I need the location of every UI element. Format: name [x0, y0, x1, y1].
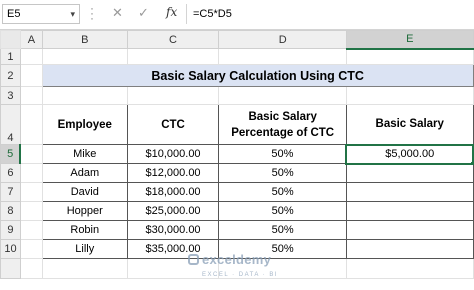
column-header-a[interactable]: A: [19, 30, 43, 49]
name-box[interactable]: E5 ▾: [2, 4, 80, 24]
watermark-name: exceldemy: [202, 252, 272, 267]
row-header-6[interactable]: 6: [0, 163, 21, 183]
formula-bar: E5 ▾ · · · ✕ ✓ fx =C5*D5: [0, 0, 474, 30]
basic-salary-value: $5,000.00: [385, 148, 435, 160]
percentage-cell[interactable]: 50%: [218, 220, 347, 240]
row-header-5[interactable]: 5: [0, 144, 22, 164]
row-header-2[interactable]: 2: [0, 64, 21, 87]
employee-cell[interactable]: Lilly: [41, 239, 128, 259]
name-box-value: E5: [7, 8, 21, 20]
row-header-11[interactable]: [0, 258, 21, 279]
basic-salary-cell[interactable]: [345, 163, 474, 183]
percentage-cell[interactable]: 50%: [218, 144, 347, 164]
ctc-cell[interactable]: $12,000.00: [126, 163, 220, 183]
employee-cell[interactable]: Mike: [41, 144, 128, 164]
percentage-cell[interactable]: 50%: [218, 182, 347, 202]
sheet-title[interactable]: Basic Salary Calculation Using CTC: [41, 64, 474, 87]
cell[interactable]: [345, 86, 474, 105]
row-header-7[interactable]: 7: [0, 182, 21, 202]
row-header-8[interactable]: 8: [0, 201, 21, 221]
ctc-cell[interactable]: $18,000.00: [126, 182, 220, 202]
employee-cell[interactable]: Hopper: [41, 201, 128, 221]
cell[interactable]: [41, 86, 128, 105]
column-header-d[interactable]: D: [218, 30, 347, 49]
cell[interactable]: [345, 258, 474, 279]
basic-salary-cell[interactable]: [345, 239, 474, 259]
row-header-4[interactable]: 4: [0, 104, 21, 145]
ctc-cell[interactable]: $30,000.00: [126, 220, 220, 240]
header-ctc[interactable]: CTC: [126, 104, 220, 145]
select-all-corner[interactable]: [0, 30, 21, 49]
active-cell-e5[interactable]: $5,000.00: [345, 143, 474, 165]
employee-cell[interactable]: Adam: [41, 163, 128, 183]
cell[interactable]: [218, 86, 347, 105]
percentage-cell[interactable]: 50%: [218, 201, 347, 221]
watermark: exceldemy EXCEL · DATA · BI: [188, 252, 278, 279]
column-header-c[interactable]: C: [126, 30, 220, 49]
percentage-cell[interactable]: 50%: [218, 163, 347, 183]
basic-salary-cell[interactable]: [345, 201, 474, 221]
column-header-e[interactable]: E: [345, 30, 474, 50]
spreadsheet-grid: A B C D E 1 2 Basic Salary Calculation U…: [0, 30, 474, 279]
fill-handle[interactable]: [470, 160, 472, 162]
cell[interactable]: [19, 144, 43, 164]
employee-cell[interactable]: David: [41, 182, 128, 202]
column-header-b[interactable]: B: [41, 30, 128, 49]
row-header-9[interactable]: 9: [0, 220, 21, 240]
cell[interactable]: [41, 258, 128, 279]
cell[interactable]: [218, 48, 347, 65]
exceldemy-logo-icon: [188, 254, 199, 265]
enter-icon[interactable]: ✓: [138, 5, 149, 21]
cell[interactable]: [19, 163, 43, 183]
cell[interactable]: [19, 182, 43, 202]
cell[interactable]: [19, 258, 43, 279]
cell[interactable]: [19, 239, 43, 259]
header-basic-salary[interactable]: Basic Salary: [345, 104, 474, 145]
more-options-icon[interactable]: · · ·: [90, 2, 94, 24]
cell[interactable]: [41, 48, 128, 65]
chevron-down-icon[interactable]: ▾: [70, 9, 75, 20]
ctc-cell[interactable]: $25,000.00: [126, 201, 220, 221]
cell[interactable]: [19, 86, 43, 105]
formula-input[interactable]: =C5*D5: [186, 4, 474, 24]
header-basic-salary-percentage[interactable]: Basic Salary Percentage of CTC: [218, 104, 347, 145]
header-employee[interactable]: Employee: [41, 104, 128, 145]
cell[interactable]: [19, 48, 43, 65]
row-header-10[interactable]: 10: [0, 239, 21, 259]
row-header-1[interactable]: 1: [0, 48, 21, 65]
basic-salary-cell[interactable]: [345, 182, 474, 202]
watermark-subtitle: EXCEL · DATA · BI: [202, 272, 279, 278]
insert-function-icon[interactable]: fx: [166, 5, 177, 19]
cell[interactable]: [126, 48, 220, 65]
employee-cell[interactable]: Robin: [41, 220, 128, 240]
cell[interactable]: [19, 64, 43, 87]
row-header-3[interactable]: 3: [0, 86, 21, 105]
cell[interactable]: [126, 86, 220, 105]
formula-value: =C5*D5: [193, 8, 232, 20]
cancel-icon[interactable]: ✕: [112, 5, 123, 21]
cell[interactable]: [19, 201, 43, 221]
cell[interactable]: [345, 48, 474, 65]
ctc-cell[interactable]: $10,000.00: [126, 144, 220, 164]
basic-salary-cell[interactable]: [345, 220, 474, 240]
cell[interactable]: [19, 104, 43, 145]
cell[interactable]: [19, 220, 43, 240]
